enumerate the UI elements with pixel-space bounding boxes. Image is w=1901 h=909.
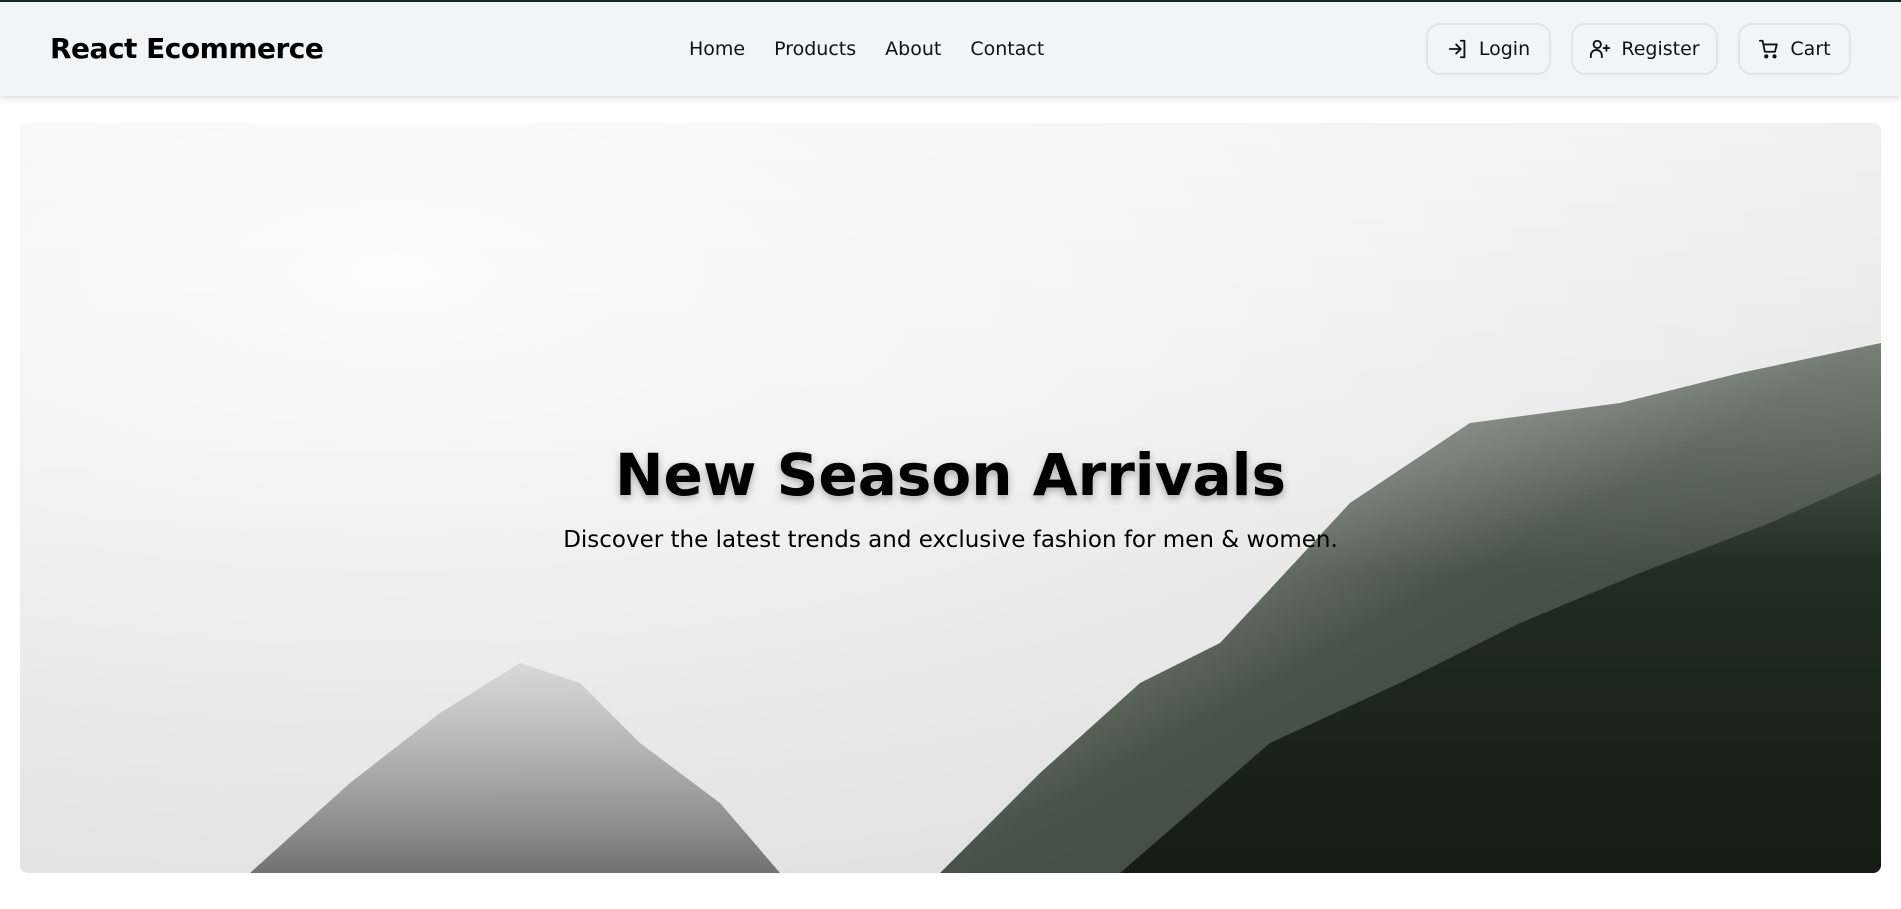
brand-logo[interactable]: React Ecommerce [50, 32, 324, 65]
nav-link-home[interactable]: Home [689, 38, 745, 60]
cart-label: Cart [1790, 38, 1831, 60]
login-icon [1448, 39, 1466, 59]
register-button[interactable]: Register [1571, 23, 1718, 75]
nav-link-products[interactable]: Products [774, 38, 856, 60]
register-label: Register [1621, 38, 1700, 60]
nav-link-about[interactable]: About [885, 38, 941, 60]
hero-banner: New Season Arrivals Discover the latest … [20, 123, 1881, 873]
login-label: Login [1478, 38, 1531, 60]
hero-title: New Season Arrivals [614, 441, 1287, 509]
cart-button[interactable]: Cart [1738, 23, 1851, 75]
nav-links: Home Products About Contact [689, 38, 1044, 60]
login-button[interactable]: Login [1426, 23, 1551, 75]
user-plus-icon [1590, 39, 1611, 59]
nav-link-contact[interactable]: Contact [970, 38, 1044, 60]
cart-icon [1759, 39, 1779, 59]
navbar: React Ecommerce Home Products About Cont… [0, 2, 1901, 96]
hero-subtitle: Discover the latest trends and exclusive… [563, 527, 1338, 553]
